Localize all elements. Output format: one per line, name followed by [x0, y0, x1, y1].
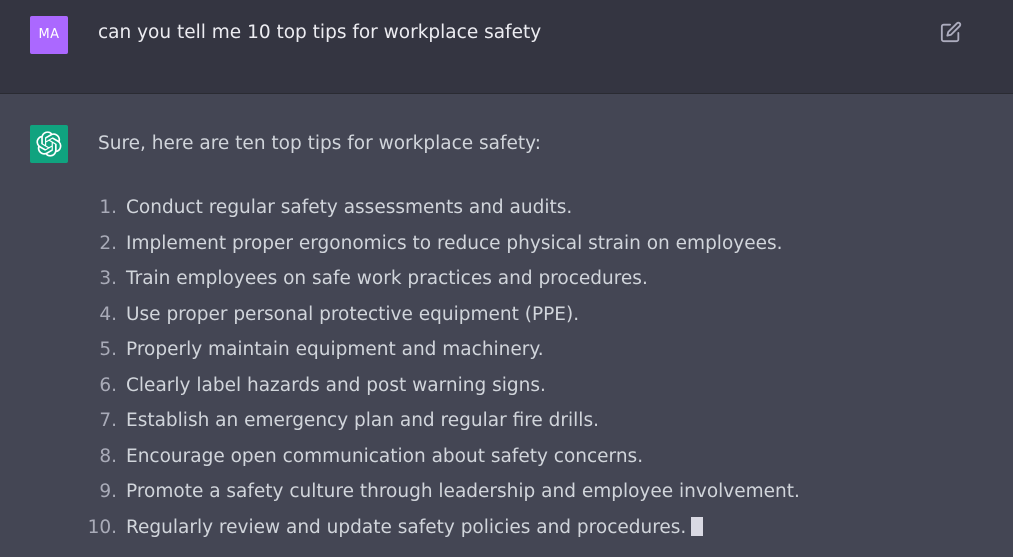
tip-text: Establish an emergency plan and regular …: [126, 410, 599, 431]
tip-text: Promote a safety culture through leaders…: [126, 481, 800, 502]
tip-item: 8. Encourage open communication about saf…: [80, 439, 800, 475]
tips-list: 1. Conduct regular safety assessments and…: [80, 190, 800, 545]
tip-number: 1.: [99, 197, 117, 218]
tip-number: 10.: [87, 516, 117, 538]
tip-item: 2. Implement proper ergonomics to reduce …: [80, 226, 800, 262]
tip-text: Clearly label hazards and post warning s…: [126, 374, 546, 396]
assistant-message-row: Sure, here are ten top tips for workplac…: [0, 94, 1013, 557]
tip-item: 1. Conduct regular safety assessments and…: [80, 190, 800, 226]
user-message-text: can you tell me 10 top tips for workplac…: [98, 22, 542, 43]
tip-number: 2.: [99, 232, 117, 254]
tip-item: 6. Clearly label hazards and post warning…: [80, 368, 800, 404]
user-avatar: MA: [30, 16, 68, 54]
tip-item: 10. Regularly review and update safety po…: [80, 510, 800, 546]
tip-item: 7. Establish an emergency plan and regula…: [80, 403, 800, 439]
tip-number: 4.: [99, 303, 117, 325]
tip-number: 6.: [99, 374, 117, 396]
assistant-intro-text: Sure, here are ten top tips for workplac…: [98, 133, 541, 154]
typing-cursor: [691, 516, 704, 536]
tip-text: Conduct regular safety assessments and a…: [126, 197, 573, 218]
user-message-row: MA can you tell me 10 top tips for workp…: [0, 0, 1013, 94]
edit-icon[interactable]: [940, 21, 962, 43]
tip-number: 8.: [99, 445, 117, 467]
tip-text: Properly maintain equipment and machiner…: [126, 339, 544, 360]
tip-item: 5. Properly maintain equipment and machin…: [80, 332, 800, 368]
openai-logo-icon: [36, 131, 62, 157]
tip-number: 7.: [99, 410, 117, 431]
tip-text: Encourage open communication about safet…: [126, 445, 644, 467]
tip-text: Train employees on safe work practices a…: [126, 268, 648, 289]
tip-text: Implement proper ergonomics to reduce ph…: [126, 232, 783, 254]
tip-text: Use proper personal protective equipment…: [126, 303, 580, 325]
assistant-avatar: [30, 125, 68, 163]
tip-item: 3. Train employees on safe work practices…: [80, 261, 800, 297]
tip-item: 9. Promote a safety culture through leade…: [80, 474, 800, 510]
tip-number: 5.: [99, 339, 117, 360]
tip-number: 3.: [99, 268, 117, 289]
tip-number: 9.: [99, 481, 117, 502]
tip-item: 4. Use proper personal protective equipme…: [80, 297, 800, 333]
tip-text: Regularly review and update safety polic…: [126, 516, 687, 538]
